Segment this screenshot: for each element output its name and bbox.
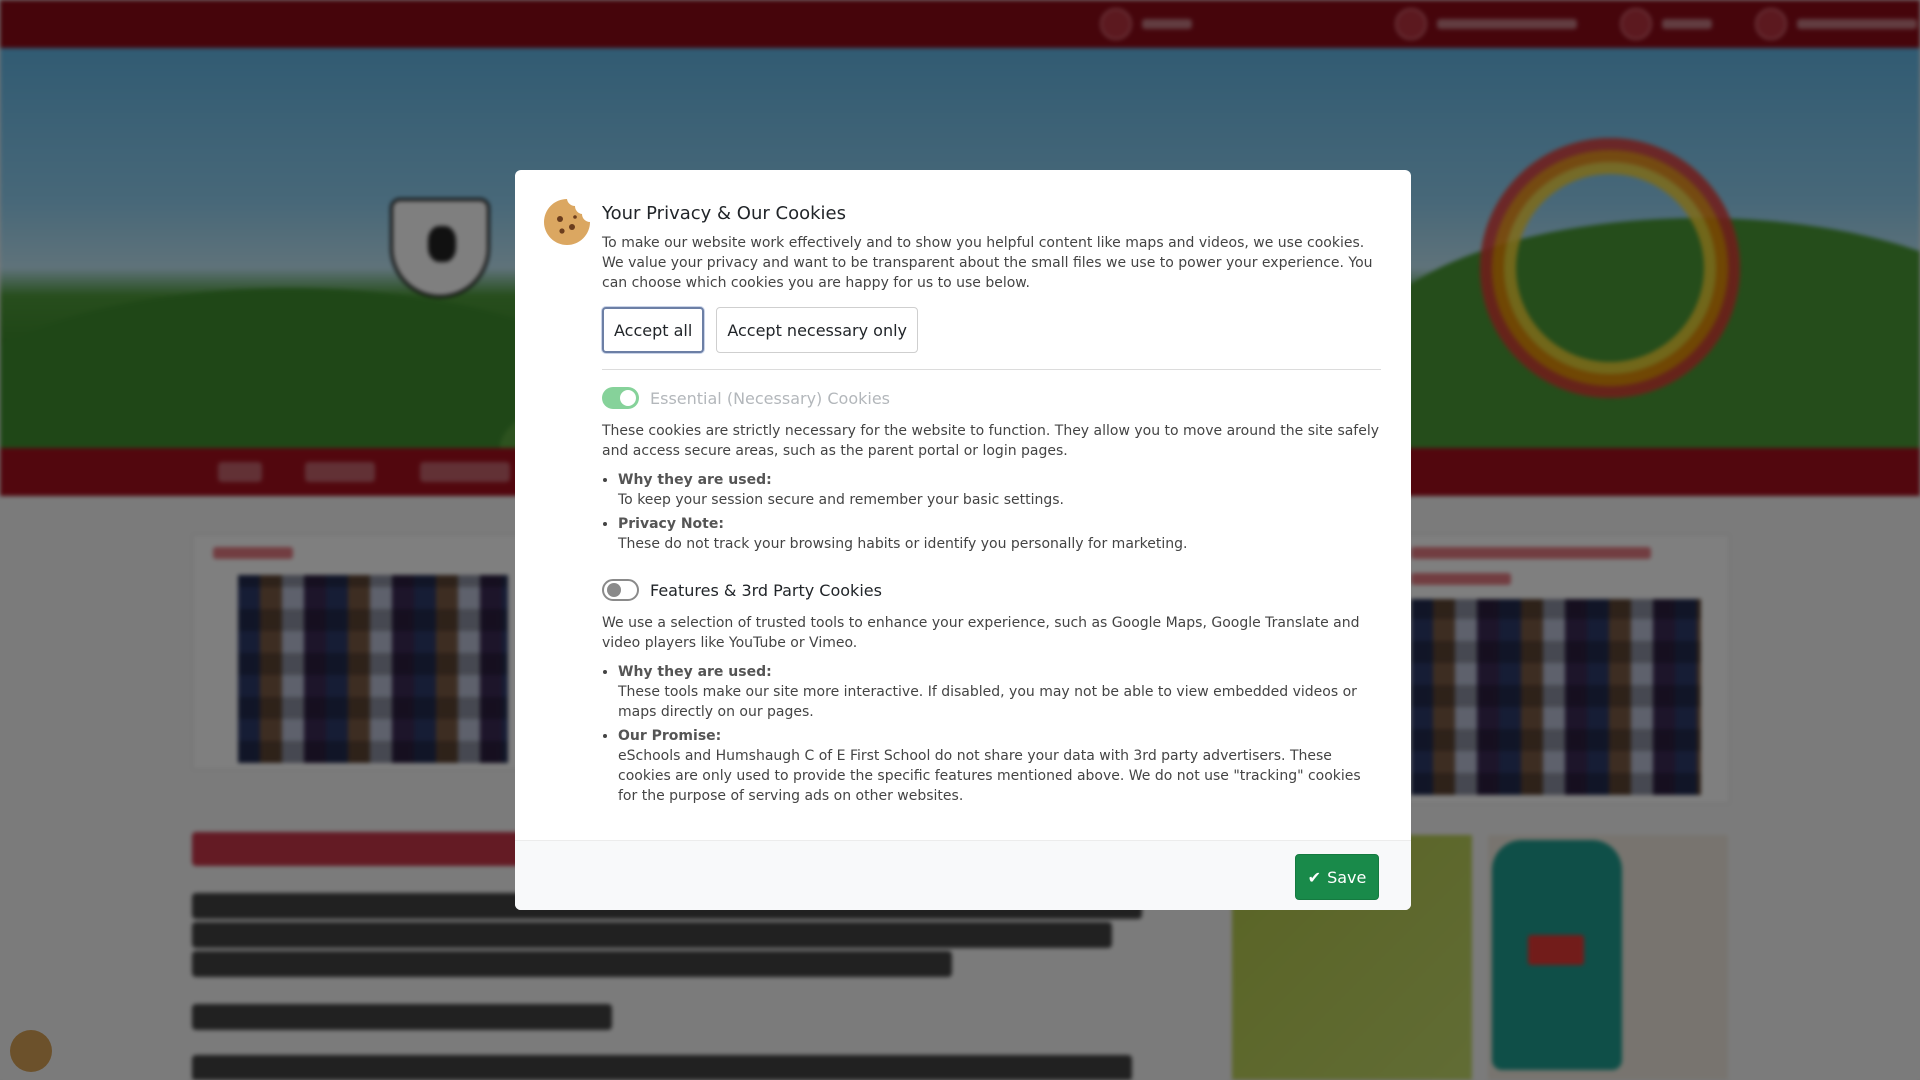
features-cookies-label[interactable]: Features & 3rd Party Cookies	[650, 581, 882, 600]
features-cookies-description: We use a selection of trusted tools to e…	[602, 615, 1360, 651]
essential-cookies-label: Essential (Necessary) Cookies	[650, 388, 891, 408]
features-cookies-points: Why they are used: These tools make our s…	[602, 662, 1381, 806]
dialog-title: Your Privacy & Our Cookies	[602, 203, 846, 224]
check-icon: ✔	[1307, 867, 1322, 887]
point-heading: Our Promise:	[618, 728, 722, 744]
list-item: Privacy Note: These do not track your bro…	[618, 514, 1381, 554]
dialog-intro: To make our website work effectively and…	[602, 235, 1373, 291]
divider	[602, 369, 1381, 370]
cookie-consent-dialog: Your Privacy & Our Cookies To make our w…	[515, 170, 1411, 910]
point-heading: Privacy Note:	[618, 516, 724, 532]
essential-cookies-toggle	[602, 387, 639, 409]
consent-buttons: Accept all Accept necessary only	[602, 307, 1381, 353]
point-text: eSchools and Humshaugh C of E First Scho…	[618, 748, 1361, 804]
list-item: Why they are used: These tools make our s…	[618, 662, 1381, 722]
cookie-dialog-body: Your Privacy & Our Cookies To make our w…	[602, 202, 1381, 810]
point-text: To keep your session secure and remember…	[618, 492, 1065, 508]
essential-cookies-row: Essential (Necessary) Cookies	[602, 386, 1381, 410]
save-button[interactable]: ✔ Save	[1295, 854, 1379, 900]
essential-cookies-description: These cookies are strictly necessary for…	[602, 423, 1380, 459]
essential-cookies-points: Why they are used: To keep your session s…	[602, 470, 1381, 554]
dialog-footer: ✔ Save	[515, 840, 1411, 910]
point-heading: Why they are used:	[618, 472, 772, 488]
point-heading: Why they are used:	[618, 664, 772, 680]
accept-necessary-button[interactable]: Accept necessary only	[716, 307, 919, 353]
accept-all-button[interactable]: Accept all	[602, 307, 705, 353]
point-text: These do not track your browsing habits …	[618, 536, 1188, 552]
cookie-icon	[544, 199, 590, 245]
list-item: Why they are used: To keep your session s…	[618, 470, 1381, 510]
list-item: Our Promise: eSchools and Humshaugh C of …	[618, 726, 1381, 806]
save-button-label: Save	[1327, 867, 1367, 887]
features-cookies-toggle[interactable]	[602, 579, 639, 601]
features-cookies-row: Features & 3rd Party Cookies	[602, 578, 1381, 602]
point-text: These tools make our site more interacti…	[618, 684, 1357, 720]
